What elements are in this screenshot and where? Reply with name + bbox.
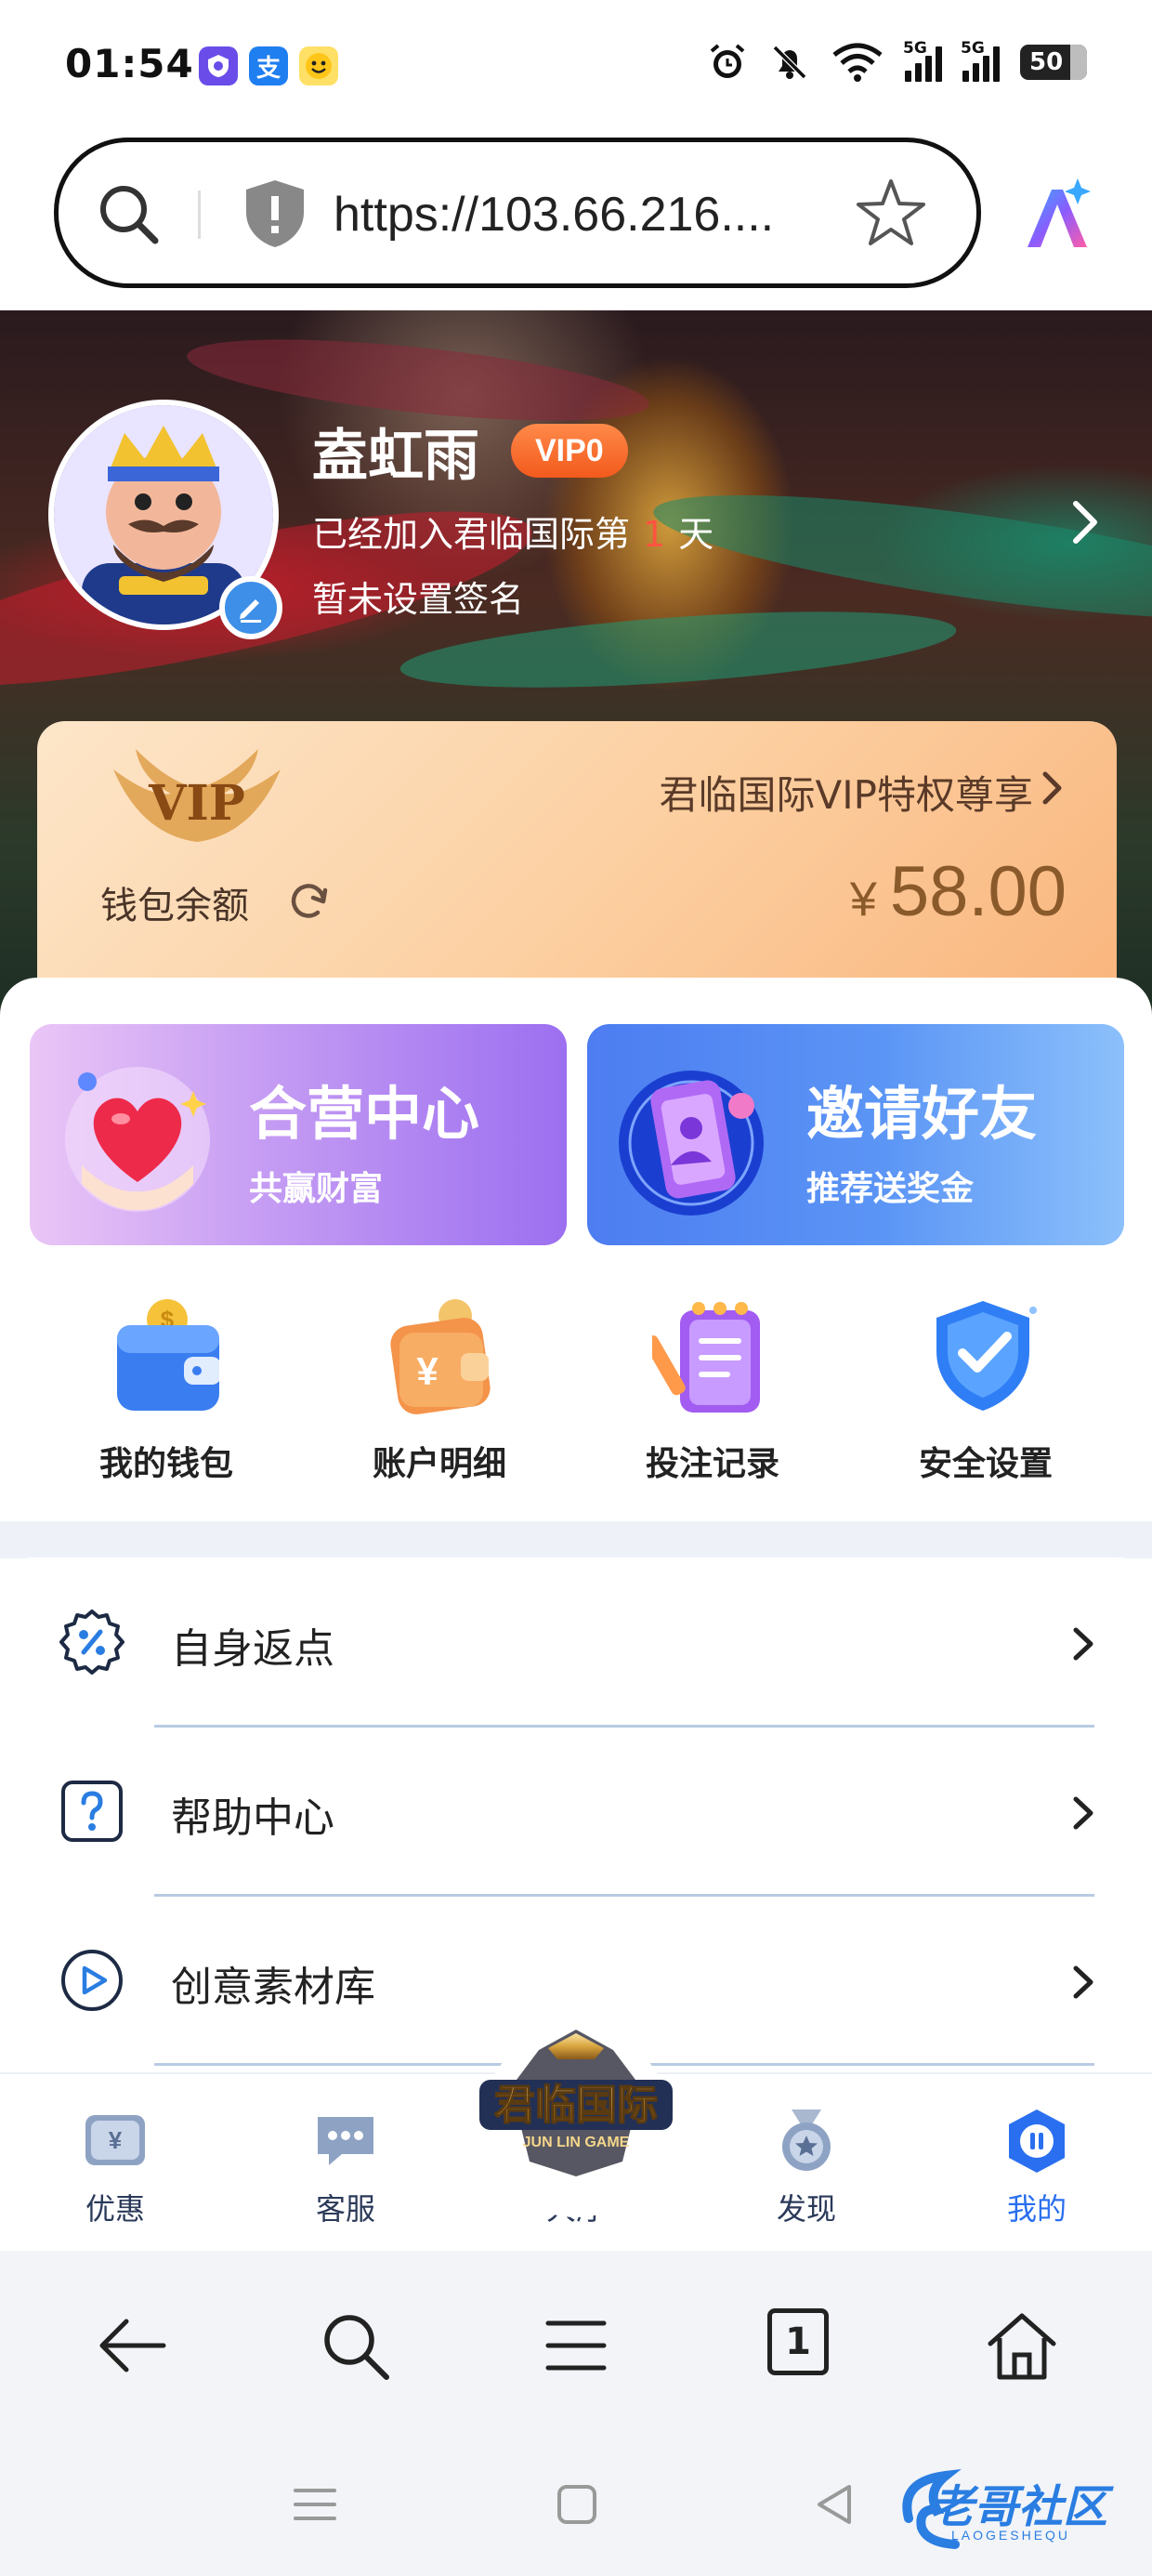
svg-text:JUN LIN GAME: JUN LIN GAME (523, 2135, 630, 2150)
invite-friends-card[interactable]: 邀请好友 推荐送奖金 (587, 1024, 1124, 1245)
tab-profile-label: 我的 (1006, 2191, 1067, 2227)
vip-level-badge: VIP0 (511, 424, 628, 478)
media-play-icon (61, 1950, 123, 2011)
status-app-icons: 支 (199, 46, 338, 85)
partner-center-title: 合营中心 (249, 1080, 480, 1148)
browser-toolbar: 1 (0, 2251, 1152, 2437)
tab-offers-label: 优惠 (85, 2191, 145, 2227)
tab-discover-label: 发现 (776, 2191, 836, 2227)
bet-record-icon (652, 1302, 760, 1413)
home-square-icon[interactable] (550, 2477, 604, 2531)
alipay-app-icon: 支 (249, 46, 288, 85)
quick-action-account-details-label: 账户明细 (372, 1445, 506, 1483)
watermark-subtext: LAOGESHEQU (951, 2528, 1071, 2543)
menu-hamburger-icon[interactable] (537, 2307, 615, 2385)
quick-action-account-details[interactable]: ¥ 账户明细 (303, 1292, 576, 1487)
chevron-right-icon (1073, 1796, 1093, 1830)
quick-actions: $ 我的钱包 ¥ 账户明细 投注记录 安全设置 (0, 1292, 1152, 1487)
signature-text[interactable]: 暂未设置签名 (312, 571, 524, 622)
invite-friends-subtitle: 推荐送奖金 (806, 1170, 975, 1208)
back-triangle-icon[interactable] (808, 2477, 862, 2531)
chevron-right-icon (1073, 1627, 1093, 1661)
tab-profile[interactable]: 我的 (962, 2106, 1111, 2245)
customer-service-icon (318, 2117, 373, 2165)
refresh-icon[interactable] (286, 879, 331, 924)
tab-customer-service[interactable]: 客服 (271, 2106, 420, 2245)
tab-switcher-button[interactable]: 1 (767, 2308, 829, 2375)
hall-logo-icon[interactable]: 君临国际 JUN LIN GAME (474, 2022, 678, 2180)
quick-action-wallet[interactable]: $ 我的钱包 (30, 1292, 303, 1487)
wifi-icon (832, 43, 883, 82)
tab-discover[interactable]: 发现 (732, 2106, 881, 2245)
tab-customer-service-label: 客服 (315, 2191, 375, 2227)
section-gap (0, 1521, 1152, 1558)
profile-icon (1009, 2109, 1065, 2173)
status-indicators: 5G 5G 50 (706, 39, 1087, 84)
menu-item-creative-library-label: 创意素材库 (171, 1964, 375, 2011)
battery-indicator: 50 (1020, 45, 1087, 80)
signal-5g-icon: 5G (903, 39, 942, 82)
chevron-right-icon (1073, 1965, 1093, 1999)
vip-privilege-link[interactable]: 君临国际VIP特权尊享 (660, 764, 1033, 821)
svg-text:¥: ¥ (416, 1349, 439, 1393)
security-shield-icon (936, 1301, 1037, 1411)
profile-chevron-right-icon[interactable] (1068, 498, 1102, 546)
svg-text:君临国际: 君临国际 (494, 2082, 658, 2129)
main-panel: 合营中心 共赢财富 邀请好友 推荐送奖金 $ 我的钱包 ¥ 账户明细 投注记录 … (0, 978, 1152, 1521)
account-details-icon: ¥ (390, 1299, 491, 1414)
quick-action-security-label: 安全设置 (918, 1445, 1053, 1483)
url-text[interactable]: https://103.66.216.... (334, 187, 774, 243)
wallet-balance-label: 钱包余额 (100, 885, 249, 927)
system-navigation-bar: 老哥社区 LAOGESHEQU (0, 2437, 1152, 2576)
search-icon[interactable] (316, 2307, 394, 2385)
watermark-text: 老哥社区 (929, 2481, 1108, 2533)
shield-app-icon (199, 46, 238, 85)
search-icon[interactable] (94, 179, 163, 248)
quick-action-wallet-label: 我的钱包 (98, 1445, 233, 1483)
svg-text:¥: ¥ (109, 2126, 123, 2154)
invite-phone-icon (619, 1071, 764, 1216)
recent-apps-icon[interactable] (288, 2477, 342, 2531)
help-question-icon (61, 1781, 123, 1842)
pencil-icon (240, 599, 261, 623)
tab-offers[interactable]: ¥ 优惠 (41, 2106, 190, 2245)
shield-icon[interactable] (242, 177, 308, 250)
partner-center-subtitle: 共赢财富 (249, 1170, 384, 1208)
home-icon[interactable] (983, 2307, 1061, 2385)
edit-avatar-button[interactable] (219, 576, 282, 639)
url-bar[interactable]: https://103.66.216.... (54, 138, 981, 288)
back-arrow-icon[interactable] (93, 2307, 171, 2385)
wallet-balance-amount: ¥58.00 (849, 852, 1067, 931)
alarm-icon (710, 44, 745, 78)
heart-hands-icon (65, 1067, 210, 1212)
emoji-app-icon (299, 46, 338, 85)
url-divider (198, 191, 201, 239)
quick-action-bet-record[interactable]: 投注记录 (576, 1292, 849, 1487)
user-name: 盍虹雨 (312, 424, 479, 489)
chevron-right-icon[interactable] (1041, 769, 1065, 807)
join-days-text: 已经加入君临国际第 1 天 (312, 514, 714, 555)
menu-list: 自身返点 帮助中心 创意素材库 (0, 1557, 1152, 2078)
invite-friends-title: 邀请好友 (806, 1080, 1038, 1148)
discover-medal-icon (782, 2109, 831, 2171)
svg-text:VIP: VIP (148, 775, 245, 832)
menu-item-help[interactable]: 帮助中心 (0, 1727, 1152, 1897)
status-bar: 01:54 支 5G 5G 50 (0, 0, 1152, 130)
menu-item-rebate[interactable]: 自身返点 (0, 1557, 1152, 1728)
partner-center-card[interactable]: 合营中心 共赢财富 (30, 1024, 567, 1245)
wallet-icon: $ (117, 1299, 221, 1411)
bottom-tab-bar: ¥ 优惠 客服 大厅 发现 我的 (0, 2028, 1152, 2251)
offers-icon: ¥ (85, 2115, 145, 2165)
ai-assistant-icon[interactable] (1018, 177, 1096, 255)
status-time: 01:54 (65, 41, 194, 86)
mute-bell-icon (772, 45, 807, 80)
menu-item-rebate-label: 自身返点 (171, 1625, 334, 1673)
rebate-percent-icon (59, 1610, 124, 1675)
star-bookmark-icon[interactable] (854, 176, 928, 250)
menu-item-help-label: 帮助中心 (171, 1794, 334, 1842)
signal-5g-icon-2: 5G (961, 39, 1000, 82)
quick-action-security[interactable]: 安全设置 (849, 1292, 1122, 1487)
vip-wings-logo: VIP (113, 749, 281, 842)
quick-action-bet-record-label: 投注记录 (645, 1445, 779, 1483)
